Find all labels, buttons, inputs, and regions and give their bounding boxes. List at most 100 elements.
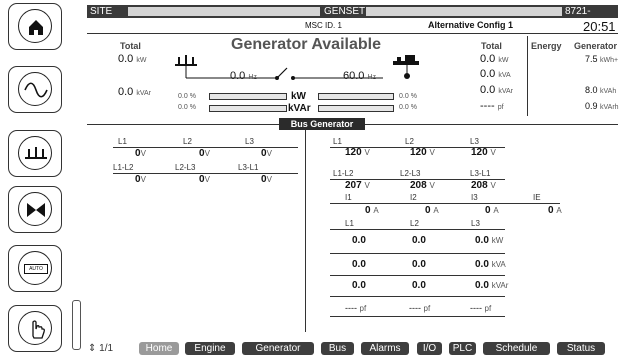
energy-kvah-value: 8.0 xyxy=(585,85,598,95)
bus-l1-unit: V xyxy=(140,149,146,158)
right-kvar: 0.0 kVAr xyxy=(480,84,513,96)
gen-l3-value: 120 V xyxy=(471,147,496,158)
energy-kwh-unit: kWh+ xyxy=(600,57,619,64)
gen-i1-num: 0 xyxy=(365,205,371,216)
bus-l1l2-header: L1-L2 xyxy=(113,163,134,172)
gen-i3-value: 0 A xyxy=(485,205,499,216)
energy-kwh: 7.5 kWh+ xyxy=(585,54,618,64)
nav-engine[interactable]: Engine xyxy=(185,342,235,355)
energy-divider xyxy=(527,36,528,116)
nav-home[interactable]: Home xyxy=(139,342,179,355)
nav-bus[interactable]: Bus xyxy=(321,342,354,355)
gen-pf-l3-num: ---- xyxy=(470,303,482,313)
gen-l2-header: L2 xyxy=(405,137,414,146)
page-indicator[interactable]: ⇕ 1/1 xyxy=(88,343,113,354)
bar-kw-label: kW xyxy=(291,91,306,102)
kw-total-left-value: 0.0 xyxy=(118,53,134,65)
genset-label: GENSET xyxy=(324,6,366,17)
bus-l2l3-unit: V xyxy=(204,175,210,184)
gen-p-l3-header: L3 xyxy=(471,219,480,228)
config-label: Alternative Config 1 xyxy=(428,20,514,30)
gen-pf-l1: ---- pf xyxy=(345,303,366,313)
gen-pf-l2-unit: pf xyxy=(423,304,431,313)
kvar-total-left-unit: kVAr xyxy=(136,90,152,97)
nav-schedule[interactable]: Schedule xyxy=(483,342,550,355)
home-button[interactable] xyxy=(8,3,62,50)
pct-kw-right: 0.0 % xyxy=(399,93,417,100)
gen-l2-unit: V xyxy=(429,148,435,157)
bus-l1l2-value: 0V xyxy=(135,174,146,185)
gen-i1-header: I1 xyxy=(345,193,352,202)
gen-i3-unit: A xyxy=(493,206,499,215)
gen-kw-l3-num: 0.0 xyxy=(475,235,489,246)
energy-kwh-value: 7.5 xyxy=(585,54,598,64)
gen-i2-num: 0 xyxy=(425,205,431,216)
generator-button[interactable] xyxy=(8,66,62,113)
gen-kva-rule xyxy=(330,275,505,276)
bus-l3l1-unit: V xyxy=(266,175,272,184)
gen-p-l2-header: L2 xyxy=(410,219,419,228)
nav-alarms[interactable]: Alarms xyxy=(361,342,409,355)
tab-generator: Generator xyxy=(310,119,354,129)
site-field xyxy=(128,7,320,16)
gen-i3-header: I3 xyxy=(471,193,478,202)
bus-l2-value: 0V xyxy=(199,148,210,159)
bus-l2l3-header: L2-L3 xyxy=(175,163,196,172)
auto-button[interactable]: AUTO xyxy=(8,245,62,292)
id-path: 8721-A1\8710 xyxy=(565,6,603,30)
gen-kva-l1: 0.0 xyxy=(352,259,366,270)
right-kw: 0.0 kW xyxy=(480,53,508,65)
gen-pf-l1-num: ---- xyxy=(345,303,357,313)
gen-i-rule xyxy=(330,203,560,204)
gen-pf-l1-unit: pf xyxy=(359,304,367,313)
pct-kvar-left: 0.0 % xyxy=(178,104,196,111)
energy-label: Energy xyxy=(531,41,562,51)
gen-kvar-unit: kVAr xyxy=(491,281,509,290)
nav-io[interactable]: I/O xyxy=(417,342,442,355)
gen-l2l3-header: L2-L3 xyxy=(400,169,421,178)
nav-generator[interactable]: Generator xyxy=(242,342,314,355)
bus-symbol-left xyxy=(175,55,197,66)
gen-kw-l2: 0.0 xyxy=(412,235,426,246)
right-kvar-value: 0.0 xyxy=(480,84,496,96)
right-kw-value: 0.0 xyxy=(480,53,496,65)
kvar-total-left-value: 0.0 xyxy=(118,86,134,98)
gen-i2-header: I2 xyxy=(410,193,417,202)
genset-field xyxy=(366,7,562,16)
gen-l1-header: L1 xyxy=(333,137,342,146)
gen-kvar-rule xyxy=(330,296,505,297)
total-label-left: Total xyxy=(120,41,141,51)
right-kvar-unit: kVAr xyxy=(498,88,514,95)
sine-glyph xyxy=(24,82,48,98)
right-pf-unit: pf xyxy=(497,104,504,111)
nav-status[interactable]: Status xyxy=(557,342,605,355)
pct-kvar-left-value: 0.0 xyxy=(178,104,188,111)
bus-l2-unit: V xyxy=(204,149,210,158)
gen-l1-value: 120 V xyxy=(345,147,370,158)
bus-l3l1-value: 0V xyxy=(261,174,272,185)
right-pf: ---- pf xyxy=(480,100,504,112)
hz-left-value: 0.0 xyxy=(230,70,246,82)
auto-label: AUTO xyxy=(24,264,48,274)
right-pf-value: ---- xyxy=(480,100,495,112)
pct-kw-left: 0.0 % xyxy=(178,93,196,100)
site-label: SITE xyxy=(90,6,113,17)
manual-button[interactable] xyxy=(8,305,62,352)
gen-l1l2-unit: V xyxy=(364,181,370,190)
gen-i3-num: 0 xyxy=(485,205,491,216)
gen-l1-unit: V xyxy=(364,148,370,157)
breaker-button[interactable] xyxy=(8,186,62,233)
busbar-button[interactable] xyxy=(8,130,62,177)
pct-kvar-left-unit: % xyxy=(189,104,196,111)
gen-ie-value: 0 A xyxy=(548,205,562,216)
tab-bus: Bus xyxy=(290,119,308,129)
gen-pf-l3-unit: pf xyxy=(484,304,492,313)
nav-plc[interactable]: PLC xyxy=(449,342,476,355)
scrollbar[interactable] xyxy=(72,300,81,350)
gen-kvar-l3-num: 0.0 xyxy=(475,280,489,291)
bar-kvar-label: kVAr xyxy=(288,103,311,114)
gen-kva-l3-num: 0.0 xyxy=(475,259,489,270)
energy-kvarh: 0.9 kVArh xyxy=(585,101,619,111)
gen-l1l2-value: 207 V xyxy=(345,180,370,191)
bus-l3-unit: V xyxy=(266,149,272,158)
